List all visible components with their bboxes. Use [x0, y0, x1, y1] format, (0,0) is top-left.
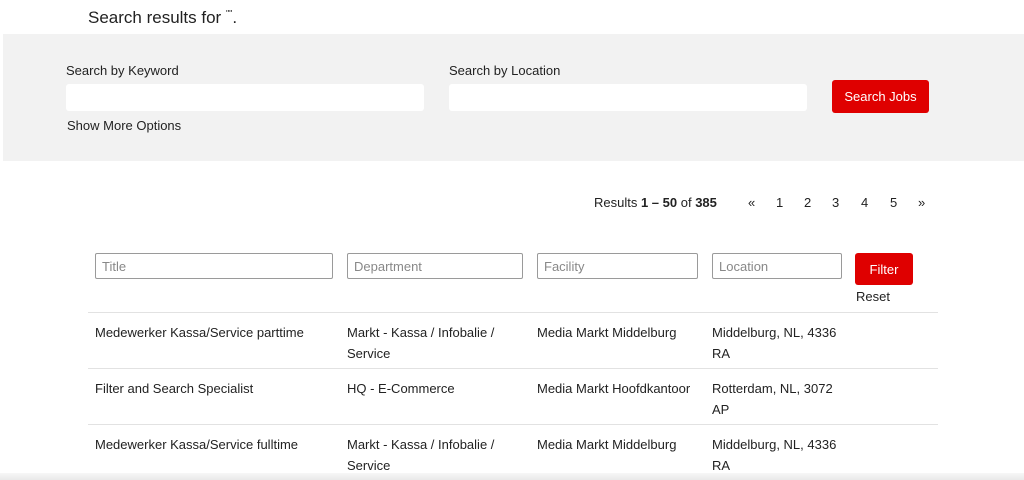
job-facility: Media Markt Middelburg [537, 325, 677, 340]
job-location: Middelburg, NL, 4336 RA [712, 325, 837, 361]
location-input[interactable] [449, 84, 807, 111]
keyword-input[interactable] [66, 84, 424, 111]
job-department: HQ - E-Commerce [347, 381, 455, 396]
filter-button[interactable]: Filter [855, 253, 913, 285]
location-label: Search by Location [449, 63, 561, 78]
keyword-label: Search by Keyword [66, 63, 179, 78]
job-title[interactable]: Medewerker Kassa/Service parttime [95, 322, 335, 343]
results-summary: Results 1 – 50 of 385 [594, 195, 717, 210]
results-prefix: Results [594, 195, 641, 210]
job-location: Rotterdam, NL, 3072 AP [712, 381, 833, 417]
location-filter-input[interactable] [712, 253, 842, 279]
results-total: 385 [695, 195, 717, 210]
page-bottom-divider [0, 473, 1024, 480]
pagination: « 1 2 3 4 5 » [742, 195, 932, 211]
title-filter-input[interactable] [95, 253, 333, 279]
pagination-page-2[interactable]: 2 [804, 195, 811, 210]
table-row: Medewerker Kassa/Service parttime Markt … [88, 312, 938, 368]
pagination-page-4[interactable]: 4 [861, 195, 868, 210]
job-facility: Media Markt Hoofdkantoor [537, 381, 691, 396]
search-panel: Search by Keyword Search by Location Sho… [3, 34, 1024, 161]
job-facility: Media Markt Middelburg [537, 437, 677, 452]
pagination-next[interactable]: » [918, 195, 925, 210]
reset-link[interactable]: Reset [856, 289, 890, 304]
job-location: Middelburg, NL, 4336 RA [712, 437, 837, 473]
results-of: of [677, 195, 696, 210]
table-row: Filter and Search Specialist HQ - E-Comm… [88, 368, 938, 424]
pagination-page-1[interactable]: 1 [776, 195, 783, 210]
table-row: Medewerker Kassa/Service fulltime Markt … [88, 424, 938, 480]
heading-end: . [232, 8, 238, 27]
results-range: 1 – 50 [640, 195, 678, 210]
job-title[interactable]: Medewerker Kassa/Service fulltime [95, 434, 335, 455]
search-jobs-button[interactable]: Search Jobs [832, 80, 929, 113]
facility-filter-input[interactable] [537, 253, 698, 279]
job-department: Markt - Kassa / Infobalie / Service [347, 325, 495, 361]
heading-text: Search results for [88, 8, 222, 27]
pagination-prev[interactable]: « [748, 195, 755, 210]
show-more-options-link[interactable]: Show More Options [67, 118, 181, 133]
page-title: Search results for "". [88, 8, 237, 28]
department-filter-input[interactable] [347, 253, 523, 279]
job-title[interactable]: Filter and Search Specialist [95, 378, 335, 399]
pagination-page-3[interactable]: 3 [832, 195, 839, 210]
job-department: Markt - Kassa / Infobalie / Service [347, 437, 495, 473]
pagination-page-5[interactable]: 5 [890, 195, 897, 210]
